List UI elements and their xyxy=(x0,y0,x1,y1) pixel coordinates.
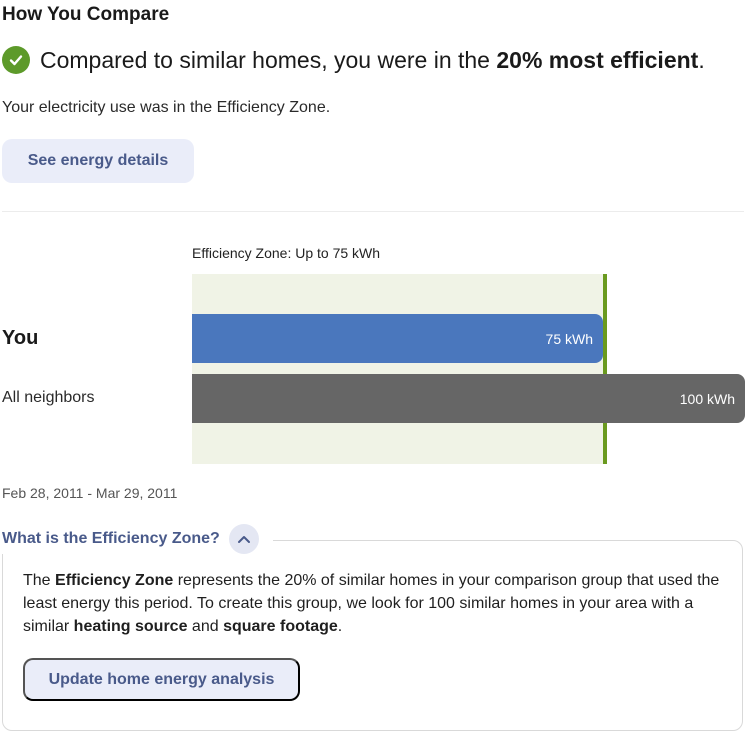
headline-prefix: Compared to similar homes, you were in t… xyxy=(40,46,497,73)
efficiency-zone-area xyxy=(192,274,605,464)
faq-text: . xyxy=(337,618,343,635)
update-home-energy-analysis-button[interactable]: Update home energy analysis xyxy=(23,658,300,701)
faq-title[interactable]: What is the Efficiency Zone? xyxy=(2,530,220,548)
efficiency-zone-label: Efficiency Zone: Up to 75 kWh xyxy=(192,245,381,261)
faq-bold-square-footage: square footage xyxy=(223,618,338,635)
faq-header[interactable]: What is the Efficiency Zone? xyxy=(2,524,273,554)
date-range: Feb 28, 2011 - Mar 29, 2011 xyxy=(2,485,178,501)
section-title: How You Compare xyxy=(2,4,170,25)
check-circle-icon xyxy=(2,46,30,74)
bar-neighbors-value: 100 kWh xyxy=(679,390,735,407)
bar-you: 75 kWh xyxy=(192,314,603,363)
divider xyxy=(2,211,744,212)
faq-bold-heating-source: heating source xyxy=(73,618,188,635)
faq-text: The xyxy=(23,572,56,589)
bar-you-value: 75 kWh xyxy=(545,330,593,347)
headline-text: Compared to similar homes, you were in t… xyxy=(40,47,705,74)
headline-highlight: 20% most efficient xyxy=(496,46,699,73)
row-label-all-neighbors: All neighbors xyxy=(2,389,95,406)
efficiency-zone-threshold-line xyxy=(603,274,607,464)
faq-body-text: The Efficiency Zone represents the 20% o… xyxy=(23,569,723,638)
row-label-you: You xyxy=(2,327,39,349)
see-energy-details-button[interactable]: See energy details xyxy=(2,139,194,183)
zone-status-text: Your electricity use was in the Efficien… xyxy=(2,99,331,116)
bar-all-neighbors: 100 kWh xyxy=(192,374,745,423)
faq-bold-efficiency-zone: Efficiency Zone xyxy=(55,572,174,589)
faq-text: and xyxy=(187,618,224,635)
chevron-up-icon[interactable] xyxy=(228,524,259,554)
headline-suffix: . xyxy=(698,46,705,73)
comparison-headline: Compared to similar homes, you were in t… xyxy=(2,46,705,74)
